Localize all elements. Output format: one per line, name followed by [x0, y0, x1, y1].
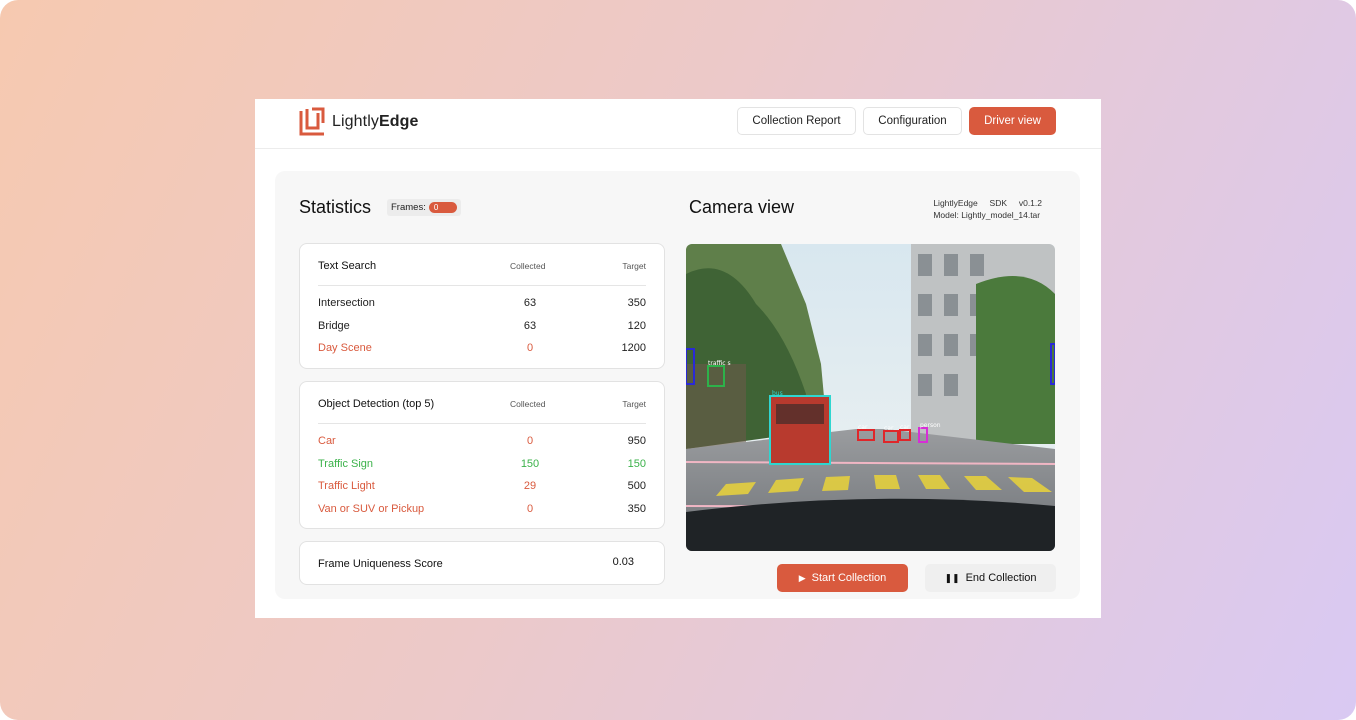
detection-label: person: [920, 422, 941, 429]
detection-label: bus: [772, 390, 783, 397]
target-header: Target: [622, 261, 646, 271]
end-collection-label: End Collection: [965, 572, 1037, 584]
detection-label: traffic s: [708, 360, 731, 367]
text-search-title: Text Search: [318, 260, 377, 272]
table-row: Traffic Sign 150 150: [318, 458, 646, 474]
row-label: Traffic Sign: [318, 458, 374, 470]
row-label: Intersection: [318, 297, 375, 309]
table-row: Intersection 63 350: [318, 297, 646, 313]
table-row: Van or SUV or Pickup 0 350: [318, 503, 646, 519]
object-detection-card: Object Detection (top 5) Collected Targe…: [299, 381, 665, 529]
play-icon: ▶: [798, 572, 806, 583]
uniqueness-value: 0.03: [612, 556, 634, 568]
model-name: Model: Lightly_model_14.tar: [933, 210, 1041, 220]
row-collected: 29: [523, 480, 537, 492]
row-collected: 63: [523, 320, 537, 332]
frames-counter: Frames: 0: [387, 199, 461, 216]
table-row: Day Scene 0 1200: [318, 342, 646, 358]
row-target: 500: [627, 480, 646, 492]
row-collected: 63: [523, 297, 537, 309]
row-collected: 150: [520, 458, 540, 470]
text-search-card: Text Search Collected Target Intersectio…: [299, 243, 665, 369]
target-header: Target: [622, 399, 646, 409]
row-collected: 0: [526, 342, 534, 354]
row-label: Day Scene: [318, 342, 372, 354]
frames-value-badge: 0: [428, 202, 457, 213]
end-collection-button[interactable]: ❚❚ End Collection: [925, 564, 1056, 592]
row-target: 120: [627, 320, 646, 332]
top-bar: LightlyEdge Collection Report Configurat…: [255, 99, 1101, 149]
row-label: Van or SUV or Pickup: [318, 503, 425, 515]
camera-feed: traffic s bus car car car person: [686, 244, 1055, 551]
sdk-info: LightlyEdge SDK v0.1.2 Model: Lightly_mo…: [933, 197, 1042, 221]
uniqueness-card: Frame Uniqueness Score 0.03: [299, 541, 665, 585]
app-window: LightlyEdge Collection Report Configurat…: [255, 99, 1101, 618]
row-target: 350: [627, 297, 646, 309]
collected-header: Collected: [510, 261, 546, 271]
driver-view-button[interactable]: Driver view: [969, 107, 1056, 135]
divider: [318, 285, 646, 286]
row-label: Bridge: [318, 320, 350, 332]
uniqueness-label: Frame Uniqueness Score: [318, 558, 443, 570]
row-label: Traffic Light: [318, 480, 375, 492]
start-collection-label: Start Collection: [811, 572, 887, 584]
row-collected: 0: [526, 503, 534, 515]
camera-view-title: Camera view: [689, 197, 795, 217]
detection-label: car: [900, 424, 910, 431]
row-target: 1200: [621, 342, 646, 354]
lightly-logo-icon: [299, 107, 325, 136]
row-collected: 0: [526, 435, 534, 447]
logo: LightlyEdge: [298, 107, 418, 137]
detection-label: car: [884, 425, 894, 432]
start-collection-button[interactable]: ▶ Start Collection: [777, 564, 908, 592]
camera-scene: traffic s bus car car car person: [686, 244, 1055, 551]
table-row: Bridge 63 120: [318, 320, 646, 336]
row-target: 350: [627, 503, 646, 515]
pause-icon: ❚❚: [944, 572, 960, 583]
table-row: Car 0 950: [318, 435, 646, 451]
logo-text: LightlyEdge: [332, 113, 419, 130]
detection-label: car: [858, 424, 868, 431]
frames-label: Frames:: [391, 202, 426, 213]
row-target: 150: [627, 458, 646, 470]
object-detection-title: Object Detection (top 5): [318, 398, 435, 410]
statistics-title: Statistics: [299, 197, 372, 217]
row-target: 950: [627, 435, 646, 447]
main-panel: Statistics Frames: 0 Text Search Collect…: [275, 171, 1080, 599]
collection-report-button[interactable]: Collection Report: [737, 107, 856, 135]
divider: [318, 423, 646, 424]
table-row: Traffic Light 29 500: [318, 480, 646, 496]
configuration-button[interactable]: Configuration: [863, 107, 962, 135]
sdk-version: LightlyEdge SDK v0.1.2: [933, 198, 1042, 208]
row-label: Car: [318, 435, 336, 447]
collected-header: Collected: [510, 399, 546, 409]
